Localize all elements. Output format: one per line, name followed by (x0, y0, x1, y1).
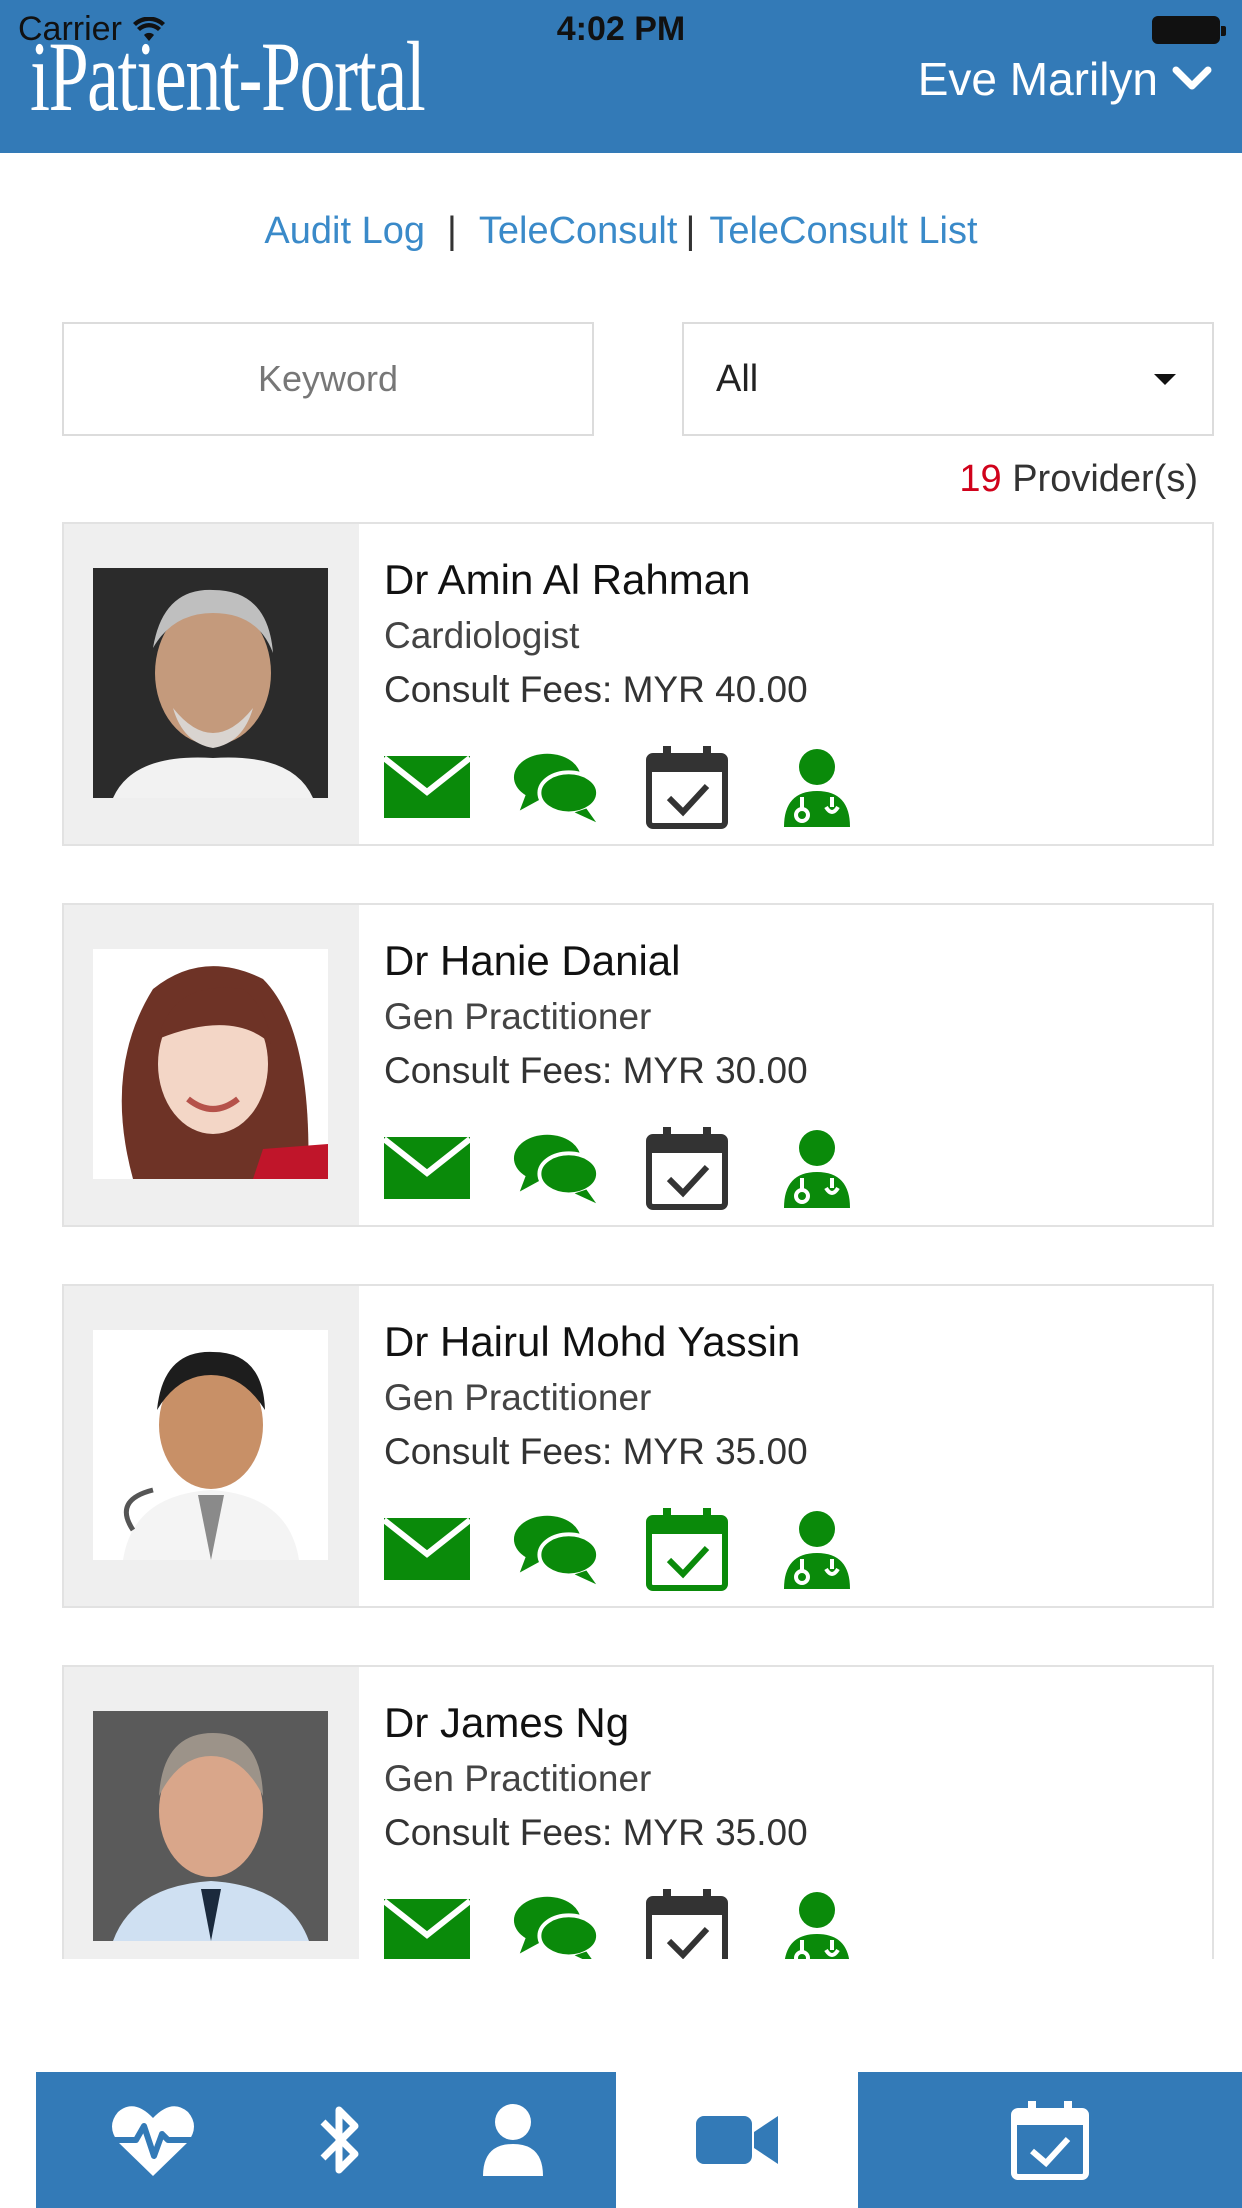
provider-photo-frame (64, 905, 359, 1225)
provider-info: Dr Amin Al Rahman Cardiologist Consult F… (384, 554, 808, 714)
provider-specialty: Cardiologist (384, 615, 580, 656)
fee-value: MYR 40.00 (622, 669, 808, 710)
heartbeat-icon (112, 2106, 194, 2176)
provider-specialty: Gen Practitioner (384, 996, 652, 1037)
fee-label: Consult Fees: (384, 1812, 613, 1853)
provider-count-number: 19 (959, 458, 1002, 500)
provider-name: Dr James Ng (384, 1699, 630, 1746)
provider-fee: Consult Fees: MYR 35.00 (384, 1428, 808, 1476)
chat-bubbles-icon[interactable] (512, 742, 602, 832)
provider-name: Dr Hairul Mohd Yassin (384, 1318, 801, 1365)
nav-teleconsult[interactable] (616, 2072, 858, 2208)
teleconsult-link[interactable]: TeleConsult (479, 210, 678, 253)
chat-bubbles-icon[interactable] (512, 1123, 602, 1213)
fee-label: Consult Fees: (384, 1431, 613, 1472)
doctor-icon[interactable] (772, 1123, 862, 1213)
provider-actions (382, 1123, 862, 1213)
envelope-icon[interactable] (382, 742, 472, 832)
provider-photo-frame (64, 1286, 359, 1606)
teleconsult-list-link[interactable]: TeleConsult List (709, 210, 977, 253)
app-logo: iPatient-Portal (30, 21, 426, 132)
envelope-icon[interactable] (382, 1885, 472, 1959)
envelope-icon[interactable] (382, 1123, 472, 1213)
provider-count: 19 Provider(s) (959, 458, 1198, 501)
fee-value: MYR 30.00 (622, 1050, 808, 1091)
provider-card[interactable]: Dr James Ng Gen Practitioner Consult Fee… (62, 1665, 1214, 1959)
provider-info: Dr Hanie Danial Gen Practitioner Consult… (384, 935, 808, 1095)
link-separator: | (685, 210, 696, 252)
provider-name: Dr Hanie Danial (384, 937, 681, 984)
chat-bubbles-icon[interactable] (512, 1885, 602, 1959)
calendar-check-icon[interactable] (642, 742, 732, 832)
fee-label: Consult Fees: (384, 1050, 613, 1091)
nav-bluetooth[interactable] (270, 2072, 410, 2208)
filter-selected-value: All (716, 357, 759, 400)
provider-photo-frame (64, 524, 359, 844)
provider-fee: Consult Fees: MYR 35.00 (384, 1809, 808, 1857)
provider-fee: Consult Fees: MYR 40.00 (384, 666, 808, 714)
calendar-check-icon (1011, 2101, 1089, 2180)
user-icon (483, 2104, 543, 2176)
chat-bubbles-icon[interactable] (512, 1504, 602, 1594)
provider-card[interactable]: Dr Amin Al Rahman Cardiologist Consult F… (62, 522, 1214, 846)
app-header: Carrier 4:02 PM iPatient-Portal Eve Mari… (0, 0, 1242, 153)
provider-info: Dr James Ng Gen Practitioner Consult Fee… (384, 1697, 808, 1857)
top-links: Audit Log | TeleConsult | TeleConsult Li… (0, 210, 1242, 253)
doctor-icon[interactable] (772, 1885, 862, 1959)
provider-photo (93, 1711, 328, 1941)
provider-specialty: Gen Practitioner (384, 1377, 652, 1418)
battery-icon (1152, 16, 1226, 44)
provider-photo (93, 949, 328, 1179)
provider-photo-frame (64, 1667, 359, 1959)
audit-log-link[interactable]: Audit Log (264, 210, 425, 253)
fee-label: Consult Fees: (384, 669, 613, 710)
provider-photo (93, 568, 328, 798)
calendar-check-icon[interactable] (642, 1885, 732, 1959)
user-menu[interactable]: Eve Marilyn (918, 52, 1212, 106)
video-camera-icon (696, 2116, 778, 2164)
provider-actions (382, 1885, 862, 1959)
nav-health[interactable] (36, 2072, 270, 2208)
doctor-icon[interactable] (772, 1504, 862, 1594)
provider-info: Dr Hairul Mohd Yassin Gen Practitioner C… (384, 1316, 808, 1476)
provider-card[interactable]: Dr Hanie Danial Gen Practitioner Consult… (62, 903, 1214, 1227)
keyword-search-input[interactable]: Keyword (62, 322, 594, 436)
caret-down-icon (1154, 374, 1176, 385)
provider-count-label: Provider(s) (1012, 458, 1198, 500)
fee-value: MYR 35.00 (622, 1812, 808, 1853)
calendar-check-icon[interactable] (642, 1123, 732, 1213)
doctor-icon[interactable] (772, 742, 862, 832)
provider-actions (382, 742, 862, 832)
calendar-check-icon[interactable] (642, 1504, 732, 1594)
provider-photo (93, 1330, 328, 1560)
chevron-down-icon (1172, 66, 1212, 90)
provider-card[interactable]: Dr Hairul Mohd Yassin Gen Practitioner C… (62, 1284, 1214, 1608)
nav-profile[interactable] (410, 2072, 616, 2208)
user-name: Eve Marilyn (917, 53, 1158, 105)
nav-appointments[interactable] (858, 2072, 1242, 2208)
provider-list: Dr Amin Al Rahman Cardiologist Consult F… (62, 522, 1214, 1959)
specialty-filter-select[interactable]: All (682, 322, 1214, 436)
provider-actions (382, 1504, 862, 1594)
provider-specialty: Gen Practitioner (384, 1758, 652, 1799)
fee-value: MYR 35.00 (622, 1431, 808, 1472)
link-separator: | (447, 210, 457, 252)
provider-name: Dr Amin Al Rahman (384, 556, 751, 603)
envelope-icon[interactable] (382, 1504, 472, 1594)
bottom-nav (36, 2072, 1242, 2208)
provider-fee: Consult Fees: MYR 30.00 (384, 1047, 808, 1095)
bluetooth-icon (320, 2106, 359, 2174)
